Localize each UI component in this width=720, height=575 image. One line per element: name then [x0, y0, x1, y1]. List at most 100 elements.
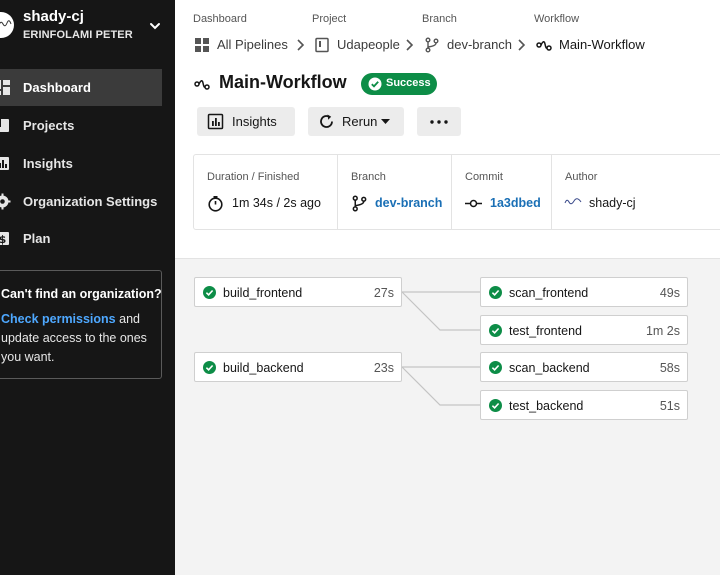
- job-name: scan_frontend: [509, 286, 589, 300]
- gear-icon: [0, 193, 11, 210]
- job-test-frontend[interactable]: test_frontend 1m 2s: [480, 315, 688, 345]
- branch-link[interactable]: dev-branch: [375, 196, 442, 210]
- breadcrumb-text: Udapeople: [337, 37, 400, 52]
- job-duration: 27s: [373, 286, 394, 300]
- commit-icon: [465, 199, 482, 208]
- svg-text:$: $: [0, 233, 6, 246]
- sidebar-item-insights[interactable]: Insights: [0, 145, 162, 182]
- sidebar-item-dashboard[interactable]: Dashboard: [0, 69, 162, 106]
- sidebar-item-plan[interactable]: $ Plan: [0, 220, 162, 257]
- sidebar-item-organization-settings[interactable]: Organization Settings: [0, 183, 162, 220]
- success-icon: [203, 361, 216, 374]
- insights-icon: [207, 113, 224, 130]
- sidebar-item-label: Dashboard: [23, 80, 91, 95]
- author-avatar: [564, 198, 582, 205]
- breadcrumb-labels: Dashboard Project Branch Workflow: [175, 13, 720, 27]
- success-icon: [203, 286, 216, 299]
- branch-icon: [425, 37, 439, 53]
- job-scan-backend[interactable]: scan_backend 58s: [480, 352, 688, 382]
- insights-button-label: Insights: [232, 114, 277, 129]
- job-duration: 23s: [373, 361, 394, 375]
- duration-field: Duration / Finished 1m 34s / 2s ago: [194, 155, 337, 229]
- chevron-right-icon: [518, 39, 526, 51]
- breadcrumb-workflow[interactable]: Main-Workflow: [536, 34, 651, 56]
- check-permissions-link[interactable]: Check permissions: [1, 312, 116, 326]
- refresh-icon: [320, 114, 333, 128]
- job-duration: 51s: [659, 399, 680, 413]
- insights-button[interactable]: Insights: [197, 107, 295, 136]
- grid-icon: [195, 38, 209, 52]
- author-value: shady-cj: [589, 196, 636, 210]
- sidebar: shady-cj ERINFOLAMI PETER Dashboard Proj…: [0, 0, 175, 575]
- job-build-frontend[interactable]: build_frontend 27s: [194, 277, 402, 307]
- job-duration: 58s: [659, 361, 680, 375]
- breadcrumb-text: All Pipelines: [217, 37, 288, 52]
- success-icon: [489, 399, 502, 412]
- job-scan-frontend[interactable]: scan_frontend 49s: [480, 277, 688, 307]
- org-notice: Can't find an organization? Check permis…: [0, 270, 162, 379]
- breadcrumb-text: dev-branch: [447, 37, 513, 52]
- status-badge-label: Success: [386, 77, 431, 89]
- breadcrumb-label: Branch: [422, 13, 457, 25]
- branch-label: Branch: [351, 171, 386, 183]
- breadcrumb-label: Project: [312, 13, 347, 25]
- workflow-header: Main-Workflow Success: [175, 70, 720, 98]
- breadcrumb-branch[interactable]: dev-branch: [424, 34, 514, 56]
- sidebar-item-label: Organization Settings: [23, 194, 158, 209]
- duration-label: Duration / Finished: [207, 171, 300, 183]
- notice-text: update access to the ones: [1, 331, 147, 345]
- commit-link[interactable]: 1a3dbed: [490, 196, 541, 210]
- breadcrumb: All Pipelines Udapeople dev-branch Main-…: [175, 34, 720, 56]
- breadcrumb-text: Main-Workflow: [559, 37, 645, 52]
- projects-icon: [0, 119, 9, 132]
- breadcrumb-project[interactable]: Udapeople: [314, 34, 404, 56]
- job-build-backend[interactable]: build_backend 23s: [194, 352, 402, 382]
- sidebar-item-label: Projects: [23, 118, 75, 133]
- caret-down-icon: [381, 119, 390, 124]
- job-duration: 49s: [659, 286, 680, 300]
- job-name: build_frontend: [223, 286, 303, 300]
- rerun-button[interactable]: Rerun: [308, 107, 404, 136]
- breadcrumb-all-pipelines[interactable]: All Pipelines: [194, 34, 289, 56]
- success-icon: [489, 286, 502, 299]
- breadcrumb-label: Workflow: [534, 13, 580, 25]
- status-badge: Success: [361, 73, 437, 95]
- sidebar-item-projects[interactable]: Projects: [0, 107, 162, 144]
- notice-text: and: [115, 312, 140, 326]
- commit-label: Commit: [465, 171, 503, 183]
- chevron-right-icon: [297, 39, 305, 51]
- success-icon: [489, 361, 502, 374]
- job-name: test_frontend: [509, 324, 582, 338]
- timer-icon: [208, 196, 223, 212]
- breadcrumb-label: Dashboard: [193, 13, 247, 25]
- org-avatar: [0, 12, 14, 38]
- rerun-button-label: Rerun: [342, 114, 378, 129]
- dollar-icon: $: [0, 232, 9, 246]
- job-duration: 1m 2s: [645, 324, 680, 338]
- job-name: test_backend: [509, 399, 584, 413]
- workflow-icon: [536, 41, 552, 51]
- more-options-button[interactable]: [417, 107, 461, 136]
- insights-icon: [0, 157, 9, 170]
- duration-value: 1m 34s / 2s ago: [232, 196, 321, 210]
- org-name: shady-cj: [23, 8, 84, 25]
- chevron-down-icon[interactable]: [148, 19, 162, 33]
- workflow-info-card: Duration / Finished 1m 34s / 2s ago Bran…: [193, 154, 720, 230]
- org-switcher[interactable]: shady-cj ERINFOLAMI PETER: [0, 0, 175, 52]
- branch-icon: [352, 195, 367, 212]
- notice-text: you want.: [1, 350, 55, 364]
- sidebar-item-label: Plan: [23, 231, 51, 246]
- job-name: build_backend: [223, 361, 304, 375]
- dashboard-icon: [0, 80, 10, 95]
- author-field: Author shady-cj: [551, 155, 720, 229]
- workflow-icon: [194, 80, 210, 90]
- org-user-name: ERINFOLAMI PETER: [23, 29, 133, 41]
- repo-icon: [315, 37, 329, 53]
- check-circle-icon: [368, 77, 382, 91]
- ellipsis-icon: [430, 120, 448, 124]
- sidebar-item-label: Insights: [23, 156, 73, 171]
- main-content: Dashboard Project Branch Workflow All Pi…: [175, 0, 720, 575]
- success-icon: [489, 324, 502, 337]
- job-name: scan_backend: [509, 361, 590, 375]
- job-test-backend[interactable]: test_backend 51s: [480, 390, 688, 420]
